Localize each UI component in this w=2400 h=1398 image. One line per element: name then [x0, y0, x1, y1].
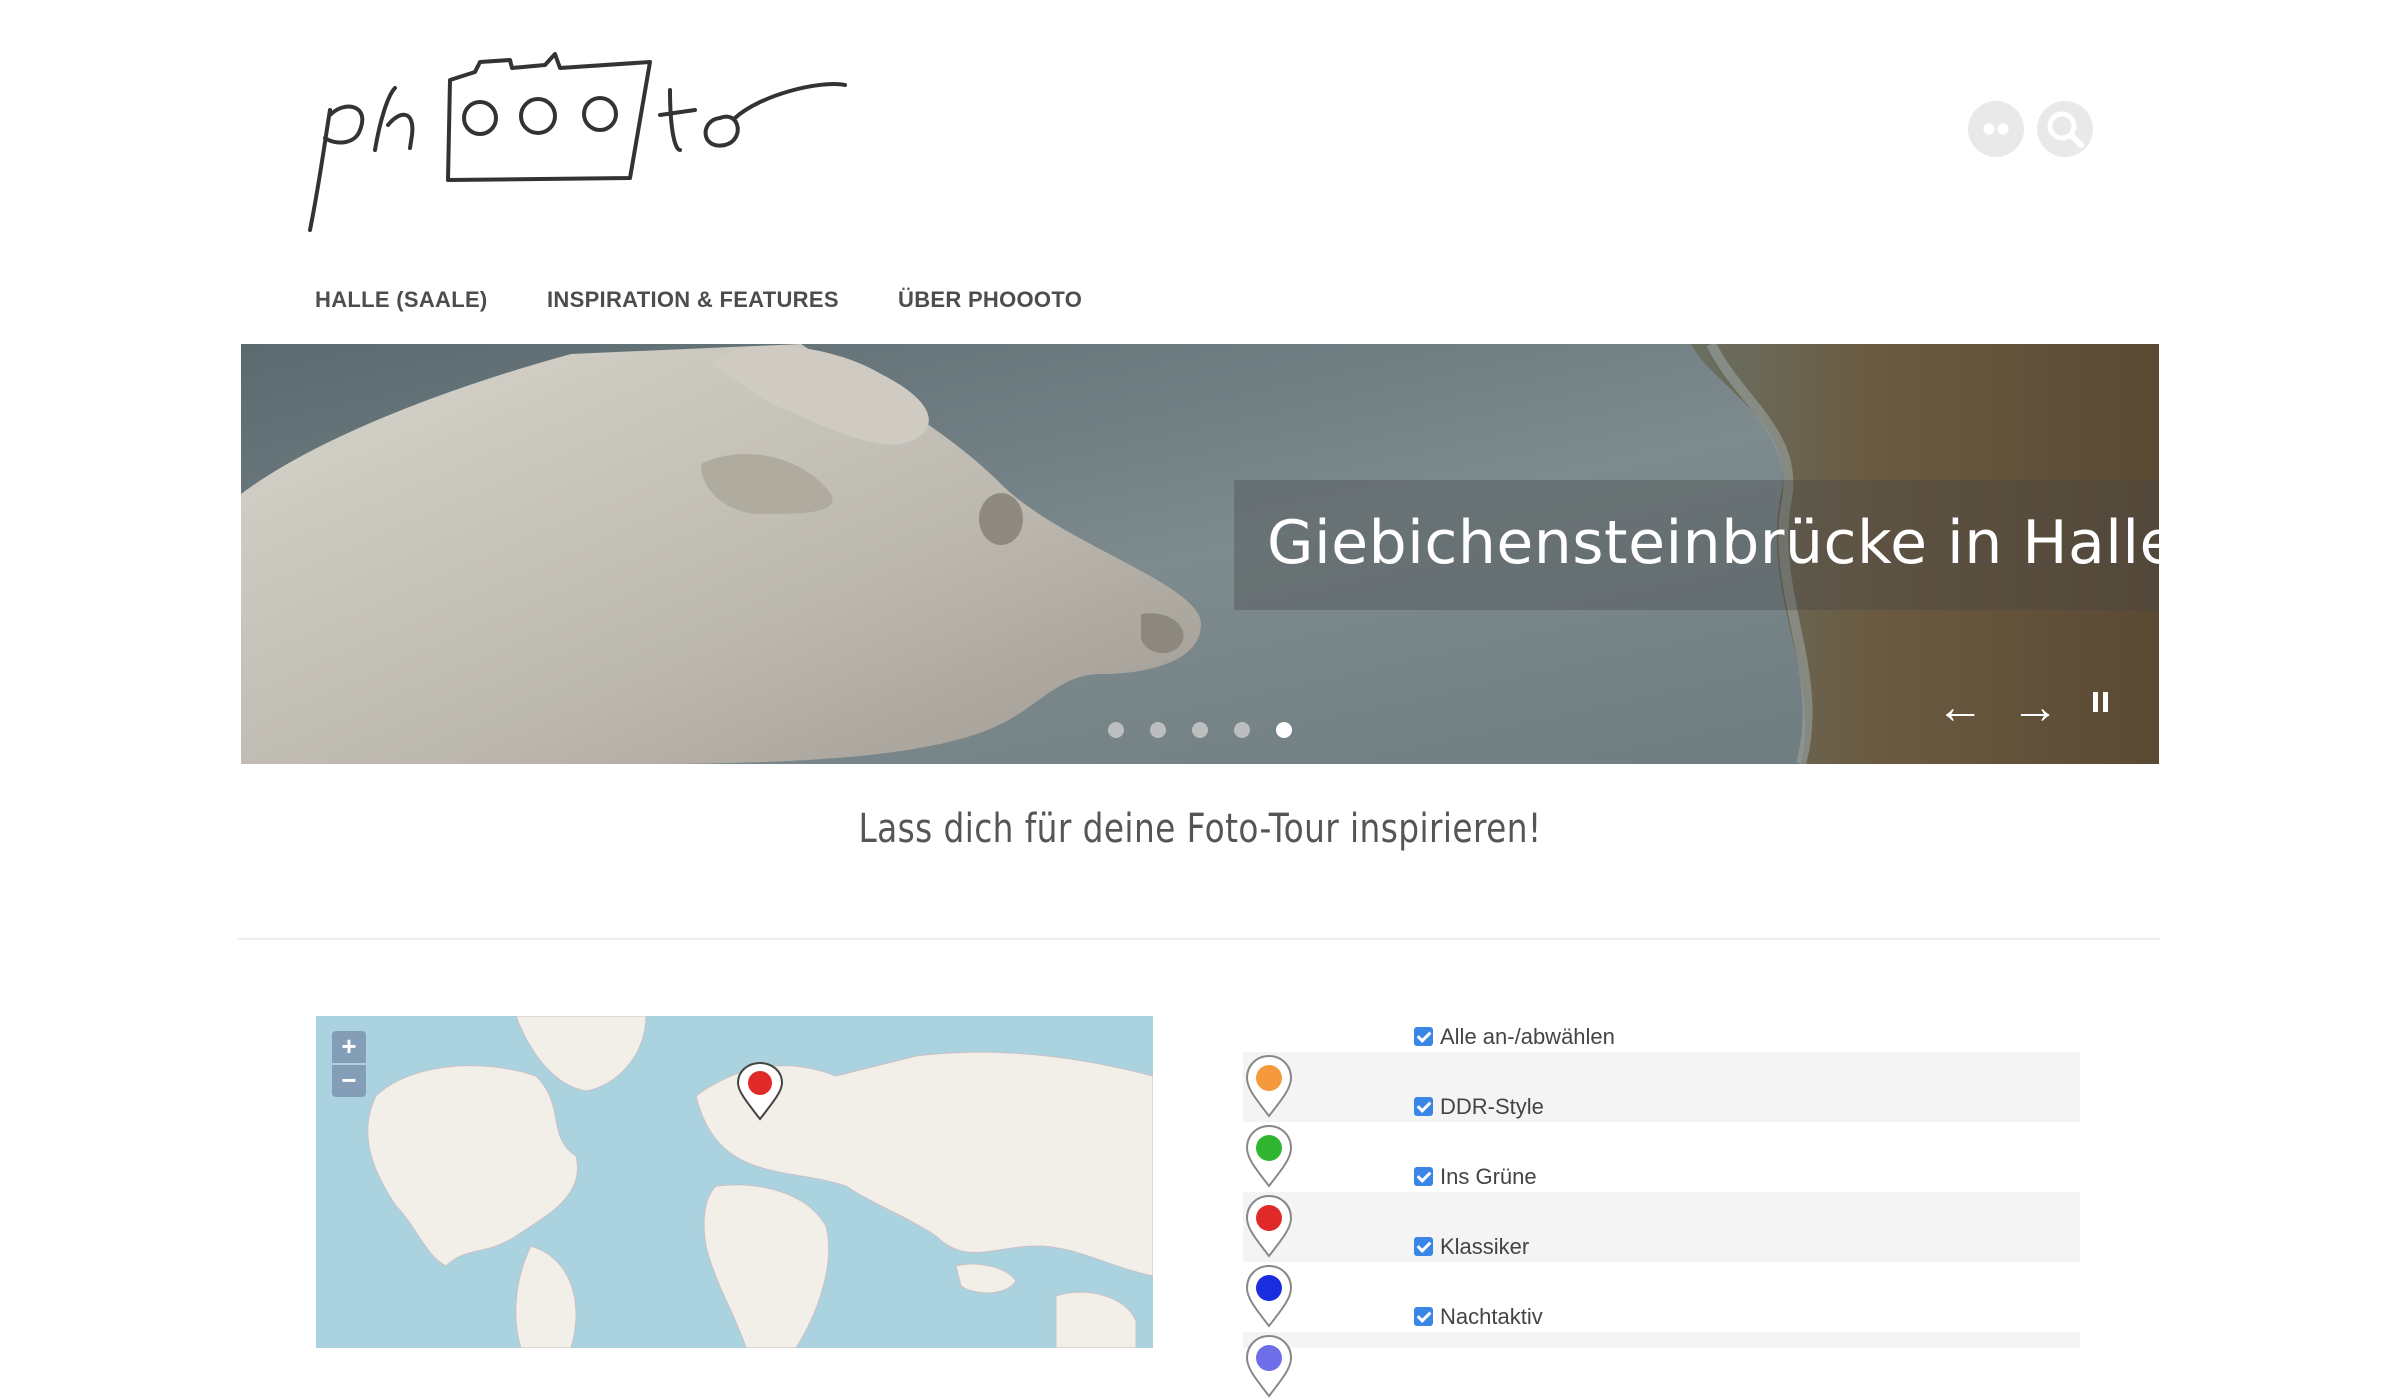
nav-halle-saale[interactable]: HALLE (SAALE) — [315, 287, 488, 313]
pin-orange-icon — [1245, 1054, 1293, 1118]
legend-row-stripe — [1243, 1192, 2080, 1262]
section-divider — [238, 938, 2160, 940]
search-button[interactable] — [2037, 101, 2093, 157]
slide-dot-5[interactable] — [1276, 722, 1292, 738]
next-slide-button[interactable]: → — [2011, 684, 2059, 732]
filter-label: Alle an-/abwählen — [1440, 1024, 1615, 1049]
filter-all-checkbox[interactable]: Alle an-/abwählen — [1414, 1024, 1615, 1054]
slide-caption-box: Giebichensteinbrücke in Halle — [1234, 480, 2159, 610]
flickr-button[interactable] — [1968, 101, 2024, 157]
slide-dot-4[interactable] — [1234, 722, 1250, 738]
filter-ddr-style-checkbox[interactable]: DDR-Style — [1414, 1094, 1544, 1124]
legend-row-stripe — [1243, 1332, 2080, 1348]
phoooto-logo[interactable] — [300, 40, 860, 235]
map-tiles — [316, 1016, 1153, 1348]
map-marker-red[interactable] — [736, 1061, 784, 1121]
search-icon — [2047, 111, 2084, 148]
pin-green-icon — [1245, 1124, 1293, 1188]
checkbox-checked[interactable] — [1414, 1096, 1433, 1116]
pin-red-icon — [1245, 1194, 1293, 1258]
checkbox-checked[interactable] — [1414, 1306, 1433, 1326]
filter-klassiker-checkbox[interactable]: Klassiker — [1414, 1234, 1529, 1264]
section-subtitle: Lass dich für deine Foto-Tour inspiriere… — [858, 806, 1542, 852]
hero-slider[interactable]: Giebichensteinbrücke in Halle ← → — [241, 344, 2159, 764]
legend-row-stripe — [1243, 1052, 2080, 1122]
slide-dot-1[interactable] — [1108, 722, 1124, 738]
pin-purple-icon — [1245, 1334, 1293, 1398]
map-zoom-out-button[interactable]: − — [332, 1065, 366, 1097]
filter-label: Klassiker — [1440, 1234, 1530, 1259]
map-zoom-in-button[interactable]: + — [332, 1031, 366, 1063]
pin-blue-icon — [1245, 1264, 1293, 1328]
filter-nachtaktiv-checkbox[interactable]: Nachtaktiv — [1414, 1304, 1543, 1334]
checkbox-checked[interactable] — [1414, 1166, 1433, 1186]
flickr-icon — [1983, 123, 2009, 135]
slide-dot-3[interactable] — [1192, 722, 1208, 738]
filter-ins-gruene-checkbox[interactable]: Ins Grüne — [1414, 1164, 1537, 1194]
pause-slide-button[interactable] — [2093, 692, 2111, 714]
slide-caption: Giebichensteinbrücke in Halle — [1267, 508, 2159, 578]
filter-label: Nachtaktiv — [1440, 1304, 1543, 1329]
checkbox-checked[interactable] — [1414, 1236, 1433, 1256]
slide-dot-2[interactable] — [1150, 722, 1166, 738]
filter-label: Ins Grüne — [1440, 1164, 1537, 1189]
nav-inspiration-features[interactable]: INSPIRATION & FEATURES — [547, 287, 839, 313]
checkbox-checked[interactable] — [1414, 1026, 1433, 1046]
nav-ueber-phoooto[interactable]: ÜBER PHOOOTO — [898, 287, 1082, 313]
filter-label: DDR-Style — [1440, 1094, 1544, 1119]
spot-map[interactable]: + − — [316, 1016, 1153, 1348]
prev-slide-button[interactable]: ← — [1936, 684, 1984, 732]
